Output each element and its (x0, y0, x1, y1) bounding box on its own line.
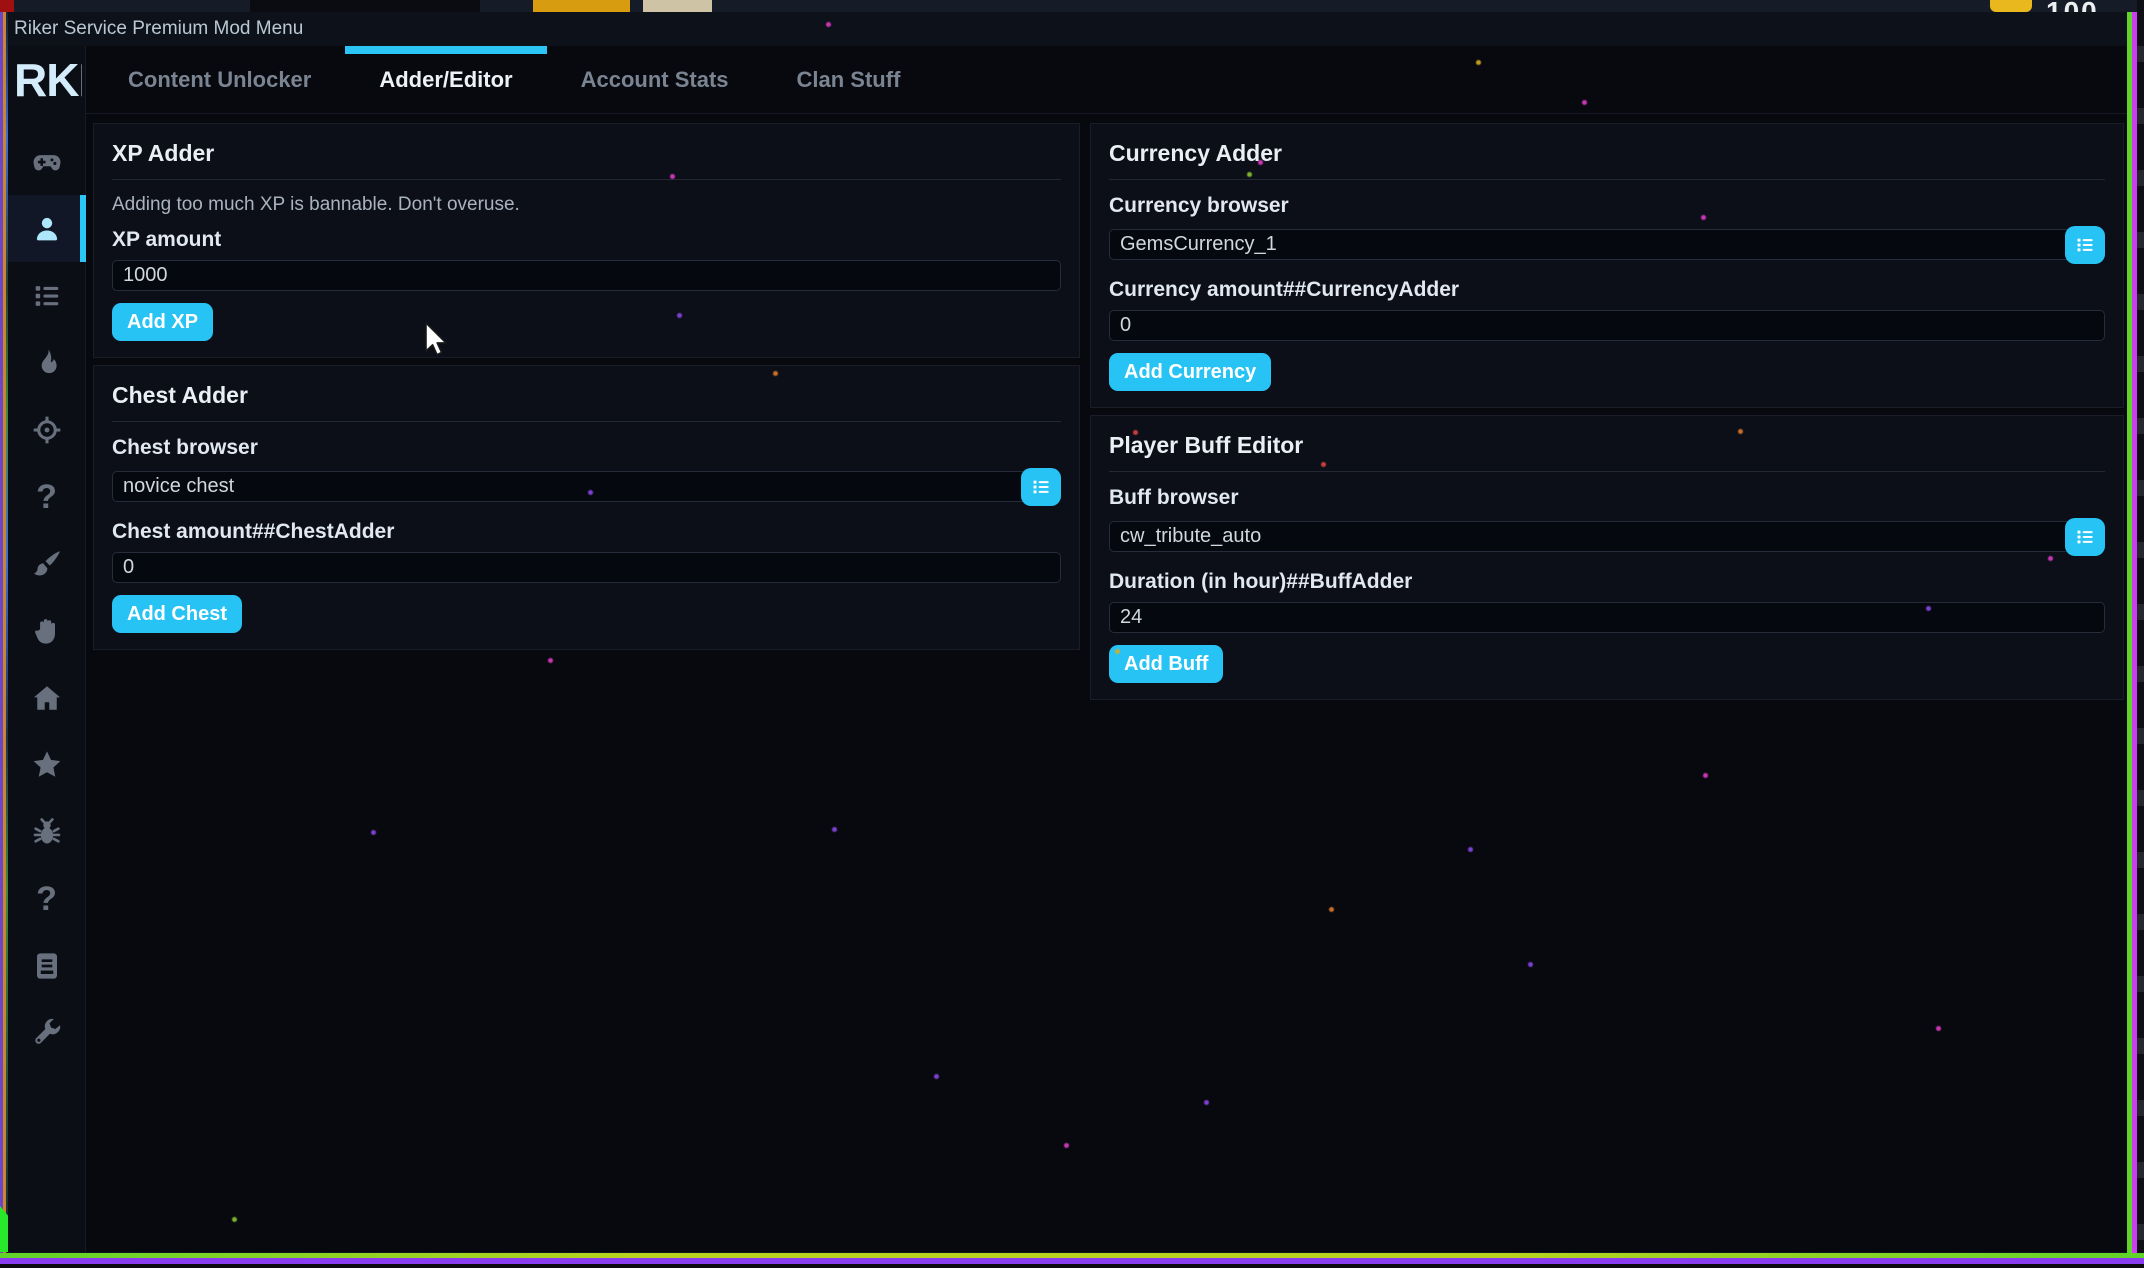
chest-amount-input[interactable] (112, 552, 1061, 583)
currency-browser-row (1109, 226, 2105, 264)
xp-warning-note: Adding too much XP is bannable. Don't ov… (112, 194, 1061, 216)
sidebar-item-bug[interactable] (8, 798, 85, 865)
add-currency-button[interactable]: Add Currency (1109, 353, 1271, 391)
game-strip-gold (533, 0, 630, 12)
currency-amount-label: Currency amount##CurrencyAdder (1109, 278, 2105, 302)
buff-browser-list-button[interactable] (2065, 518, 2105, 556)
sidebar-item-player[interactable] (8, 195, 85, 262)
divider (112, 421, 1061, 422)
window-title: Riker Service Premium Mod Menu (14, 18, 303, 40)
tab-content-unlocker[interactable]: Content Unlocker (94, 46, 345, 113)
currency-amount-input[interactable] (1109, 310, 2105, 341)
hud-score-value: 100 (2046, 0, 2099, 12)
panel-title: Player Buff Editor (1109, 432, 2105, 459)
panel-title: Chest Adder (112, 382, 1061, 409)
app-logo-text: RKR (14, 53, 82, 107)
question-icon: ? (36, 882, 57, 916)
sidebar-item-help[interactable]: ? (8, 463, 85, 530)
player-buff-editor-panel: Player Buff Editor Buff browser (1090, 415, 2124, 700)
add-buff-button[interactable]: Add Buff (1109, 645, 1223, 683)
content-area: XP Adder Adding too much XP is bannable.… (86, 114, 2127, 1252)
xp-amount-input[interactable] (112, 260, 1061, 291)
mod-menu-window: Riker Service Premium Mod Menu RKR (8, 12, 2127, 1252)
sidebar-item-home[interactable] (8, 664, 85, 731)
sidebar-item-flame[interactable] (8, 329, 85, 396)
flame-icon (31, 347, 63, 379)
game-backdrop-strip: 100 (0, 0, 2144, 12)
home-icon (31, 682, 63, 714)
buff-duration-input[interactable] (1109, 602, 2105, 633)
brush-icon (31, 548, 63, 580)
list-icon (31, 280, 63, 312)
sidebar-item-wrench[interactable] (8, 999, 85, 1066)
sidebar-item-list[interactable] (8, 262, 85, 329)
star-icon (31, 749, 63, 781)
sidebar-item-star[interactable] (8, 731, 85, 798)
tab-clan-stuff[interactable]: Clan Stuff (763, 46, 935, 113)
hud-coin-icon (1990, 0, 2032, 12)
xp-amount-label: XP amount (112, 228, 1061, 252)
sidebar-item-crosshair[interactable] (8, 396, 85, 463)
game-strip-red (0, 0, 14, 12)
chest-browser-row (112, 468, 1061, 506)
panel-title: Currency Adder (1109, 140, 2105, 167)
chest-browser-list-button[interactable] (1021, 468, 1061, 506)
player-icon (31, 213, 63, 245)
currency-adder-panel: Currency Adder Currency browser (1090, 123, 2124, 408)
chest-amount-label: Chest amount##ChestAdder (112, 520, 1061, 544)
divider (1109, 471, 2105, 472)
divider (112, 179, 1061, 180)
divider (1109, 179, 2105, 180)
app-logo: RKR (8, 46, 82, 114)
panel-title: XP Adder (112, 140, 1061, 167)
buff-duration-label: Duration (in hour)##BuffAdder (1109, 570, 2105, 594)
list-icon (2075, 527, 2095, 547)
chest-browser-label: Chest browser (112, 436, 1061, 460)
currency-browser-list-button[interactable] (2065, 226, 2105, 264)
game-edge-bottom (0, 1252, 2144, 1268)
sidebar-item-journal[interactable] (8, 932, 85, 999)
sidebar-item-gamepad[interactable] (8, 128, 85, 195)
gamepad-icon (31, 146, 63, 178)
sidebar-item-help-2[interactable]: ? (8, 865, 85, 932)
chest-adder-panel: Chest Adder Chest browser (93, 365, 1080, 650)
list-icon (1031, 477, 1051, 497)
window-titlebar[interactable]: Riker Service Premium Mod Menu (8, 12, 2127, 46)
currency-browser-input[interactable] (1109, 229, 2105, 260)
game-strip-beige (643, 0, 712, 12)
chest-browser-input[interactable] (112, 471, 1061, 502)
game-strip-dark (250, 0, 480, 12)
sidebar-nav: ? (8, 128, 85, 1066)
sidebar-item-brush[interactable] (8, 530, 85, 597)
hand-icon (31, 615, 63, 647)
buff-browser-label: Buff browser (1109, 486, 2105, 510)
list-icon (2075, 235, 2095, 255)
question-icon: ? (36, 480, 57, 514)
tab-account-stats[interactable]: Account Stats (547, 46, 763, 113)
game-edge-right (2127, 0, 2144, 1268)
crosshair-icon (31, 414, 63, 446)
sidebar-item-hand[interactable] (8, 597, 85, 664)
journal-icon (31, 950, 63, 982)
buff-browser-input[interactable] (1109, 521, 2105, 552)
add-chest-button[interactable]: Add Chest (112, 595, 242, 633)
add-xp-button[interactable]: Add XP (112, 303, 213, 341)
currency-browser-label: Currency browser (1109, 194, 2105, 218)
tab-bar: Content Unlocker Adder/Editor Account St… (86, 46, 2127, 114)
sidebar: RKR (8, 46, 86, 1252)
bug-icon (31, 816, 63, 848)
wrench-icon (31, 1017, 63, 1049)
tab-adder-editor[interactable]: Adder/Editor (345, 46, 546, 113)
xp-adder-panel: XP Adder Adding too much XP is bannable.… (93, 123, 1080, 358)
buff-browser-row (1109, 518, 2105, 556)
